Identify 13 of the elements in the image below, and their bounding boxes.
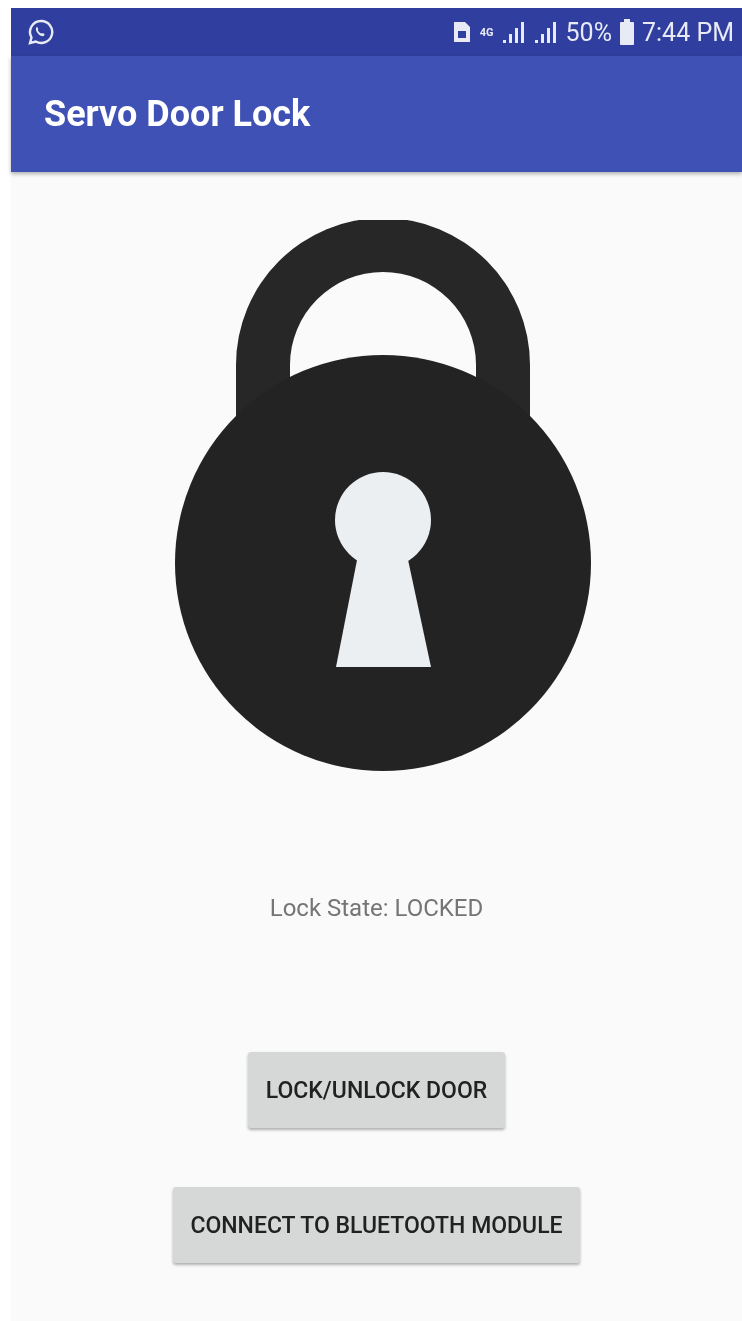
lock-toggle-button[interactable]: LOCK/UNLOCK DOOR xyxy=(247,1052,506,1128)
sim-card-icon xyxy=(451,20,472,44)
connect-button[interactable]: CONNECT TO BLUETOOTH MODULE xyxy=(173,1187,580,1263)
lock-state-text: Lock State: LOCKED xyxy=(269,894,484,922)
padlock-icon xyxy=(173,220,592,772)
signal-icon xyxy=(533,20,558,44)
app-title: Servo Door Lock xyxy=(44,93,311,135)
network-type: 4G xyxy=(479,26,494,38)
chat-icon xyxy=(27,18,55,46)
signal-icon xyxy=(501,20,526,44)
clock-time: 7:44 PM xyxy=(642,17,734,47)
battery-icon xyxy=(620,19,634,45)
battery-percent: 50% xyxy=(565,17,612,47)
